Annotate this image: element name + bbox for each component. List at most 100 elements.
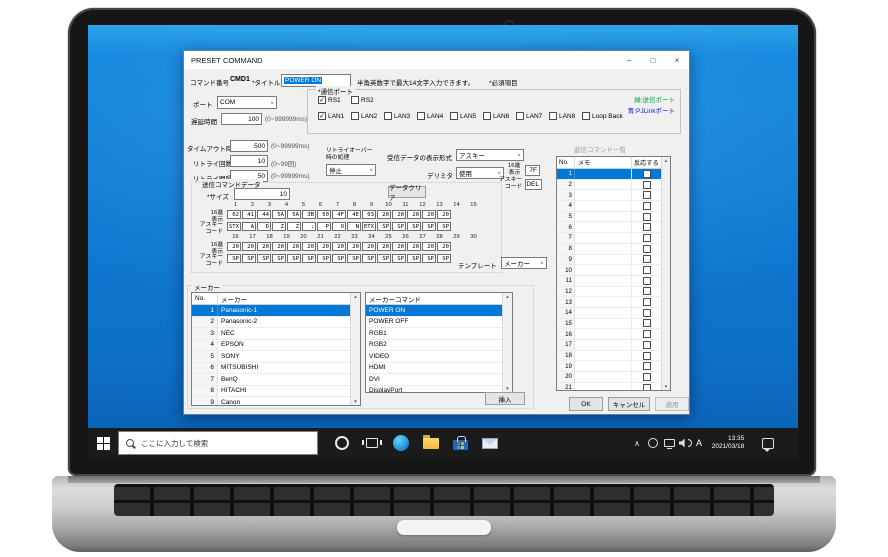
maker-row[interactable]: 4EPSON: [192, 340, 350, 352]
grid-cell[interactable]: 20: [407, 242, 421, 251]
tray-app-button[interactable]: [645, 428, 661, 458]
grid-cell[interactable]: SP: [287, 254, 301, 263]
close-button[interactable]: ×: [665, 51, 689, 69]
grid-cell[interactable]: SP: [407, 254, 421, 263]
reply-row-checkbox[interactable]: [643, 255, 651, 263]
taskbar-clock[interactable]: 13:35 2021/03/18: [704, 428, 752, 458]
checkbox-lan5[interactable]: LAN5: [450, 112, 476, 120]
grid-cell[interactable]: SP: [377, 254, 391, 263]
reply-row[interactable]: 7: [557, 233, 661, 244]
timeout-input[interactable]: 500: [230, 140, 268, 152]
grid-cell[interactable]: STX: [227, 222, 241, 231]
port-dropdown[interactable]: COM ∨: [217, 96, 277, 109]
action-center-button[interactable]: [756, 428, 780, 458]
reply-row[interactable]: 17: [557, 340, 661, 351]
grid-cell[interactable]: 03: [362, 210, 376, 219]
reply-row-checkbox[interactable]: [643, 341, 651, 349]
grid-cell[interactable]: 41: [242, 210, 256, 219]
grid-cell[interactable]: SP: [317, 254, 331, 263]
reply-row-checkbox[interactable]: [643, 181, 651, 189]
checkbox-lan1[interactable]: ✓LAN1: [318, 112, 344, 120]
grid-cell[interactable]: N: [347, 222, 361, 231]
maker-row[interactable]: 3NEC: [192, 328, 350, 340]
reply-row-checkbox[interactable]: [643, 266, 651, 274]
recv-format-dropdown[interactable]: アスキー ∨: [456, 149, 524, 161]
grid-cell[interactable]: 20: [437, 210, 451, 219]
checkbox-loop-back[interactable]: Loop Back: [582, 112, 623, 120]
maker-row[interactable]: 8HITACHI: [192, 386, 350, 398]
checkbox-lan7[interactable]: LAN7: [516, 112, 542, 120]
taskbar-search[interactable]: ここに入力して検索: [118, 431, 318, 455]
grid-cell[interactable]: SP: [407, 222, 421, 231]
grid-cell[interactable]: 20: [242, 242, 256, 251]
maker-row[interactable]: 5SONY: [192, 351, 350, 363]
data-clear-button[interactable]: データクリア: [388, 186, 426, 198]
checkbox-lan3[interactable]: LAN3: [384, 112, 410, 120]
scroll-down-icon[interactable]: ▼: [353, 398, 357, 405]
maker-command-row[interactable]: VIDEO: [366, 351, 502, 363]
store-button[interactable]: [447, 428, 473, 458]
edge-button[interactable]: [388, 428, 414, 458]
insert-button[interactable]: 挿入: [485, 392, 525, 405]
delimiter-ascii-input[interactable]: DEL: [525, 179, 542, 190]
grid-cell[interactable]: SP: [422, 222, 436, 231]
reply-row[interactable]: 9: [557, 255, 661, 266]
reply-row-checkbox[interactable]: [643, 223, 651, 231]
maker-row[interactable]: 2Panasonic-2: [192, 317, 350, 329]
reply-row[interactable]: 2: [557, 180, 661, 191]
checkbox-box[interactable]: [582, 112, 590, 120]
reply-table-scrollbar[interactable]: ▲ ▼: [661, 157, 670, 390]
maker-command-list[interactable]: メーカーコマンド POWER ONPOWER OFFRGB1RGB2VIDEOH…: [365, 292, 513, 393]
maker-list-scrollbar[interactable]: ▲ ▼: [350, 293, 360, 405]
maker-command-row[interactable]: POWER ON: [366, 305, 502, 317]
file-explorer-button[interactable]: [418, 428, 444, 458]
minimize-button[interactable]: –: [617, 51, 641, 69]
reply-row-checkbox[interactable]: [643, 202, 651, 210]
grid-cell[interactable]: SP: [392, 222, 406, 231]
reply-row-checkbox[interactable]: [643, 234, 651, 242]
checkbox-box[interactable]: [417, 112, 425, 120]
reply-row[interactable]: 14: [557, 308, 661, 319]
reply-row[interactable]: 3: [557, 190, 661, 201]
grid-cell[interactable]: SP: [437, 222, 451, 231]
checkbox-lan6[interactable]: LAN6: [483, 112, 509, 120]
mail-button[interactable]: [477, 428, 503, 458]
size-input[interactable]: 10: [234, 188, 290, 200]
grid-cell[interactable]: ;: [302, 222, 316, 231]
grid-cell[interactable]: 20: [392, 210, 406, 219]
reply-row-checkbox[interactable]: [643, 298, 651, 306]
reply-row[interactable]: 8: [557, 244, 661, 255]
reply-row[interactable]: 10: [557, 265, 661, 276]
reply-row[interactable]: 5: [557, 212, 661, 223]
template-dropdown[interactable]: メーカー ∨: [501, 257, 547, 269]
grid-cell[interactable]: 44: [257, 210, 271, 219]
checkbox-box[interactable]: [450, 112, 458, 120]
delay-input[interactable]: 100: [221, 113, 262, 125]
checkbox-box[interactable]: [351, 112, 359, 120]
grid-cell[interactable]: 50: [317, 210, 331, 219]
grid-cell[interactable]: SP: [332, 254, 346, 263]
maker-row[interactable]: 9Canon: [192, 397, 350, 405]
retry-over-dropdown[interactable]: 停止 ∨: [326, 164, 376, 176]
grid-cell[interactable]: SP: [377, 222, 391, 231]
scroll-up-icon[interactable]: ▲: [353, 293, 357, 300]
grid-cell[interactable]: SP: [437, 254, 451, 263]
reply-row[interactable]: 13: [557, 297, 661, 308]
maker-command-scrollbar[interactable]: ▲ ▼: [502, 293, 512, 392]
reply-row[interactable]: 1: [557, 169, 661, 180]
maker-row[interactable]: 6MITSUBISHI: [192, 363, 350, 375]
checkbox-lan8[interactable]: LAN8: [549, 112, 575, 120]
ok-button[interactable]: OK: [569, 397, 603, 411]
maker-row[interactable]: 7BenQ: [192, 374, 350, 386]
grid-cell[interactable]: 20: [272, 242, 286, 251]
grid-cell[interactable]: 20: [257, 242, 271, 251]
reply-row-checkbox[interactable]: [643, 362, 651, 370]
grid-cell[interactable]: 5A: [287, 210, 301, 219]
reply-command-table[interactable]: No. メモ 反応する 1234567891011121314151617181…: [556, 156, 671, 391]
checkbox-lan4[interactable]: LAN4: [417, 112, 443, 120]
checkbox-box[interactable]: ✓: [318, 112, 326, 120]
maker-row[interactable]: 1Panasonic-1: [192, 305, 350, 317]
reply-row-checkbox[interactable]: [643, 245, 651, 253]
reply-row-checkbox[interactable]: [643, 309, 651, 317]
grid-cell[interactable]: 20: [287, 242, 301, 251]
